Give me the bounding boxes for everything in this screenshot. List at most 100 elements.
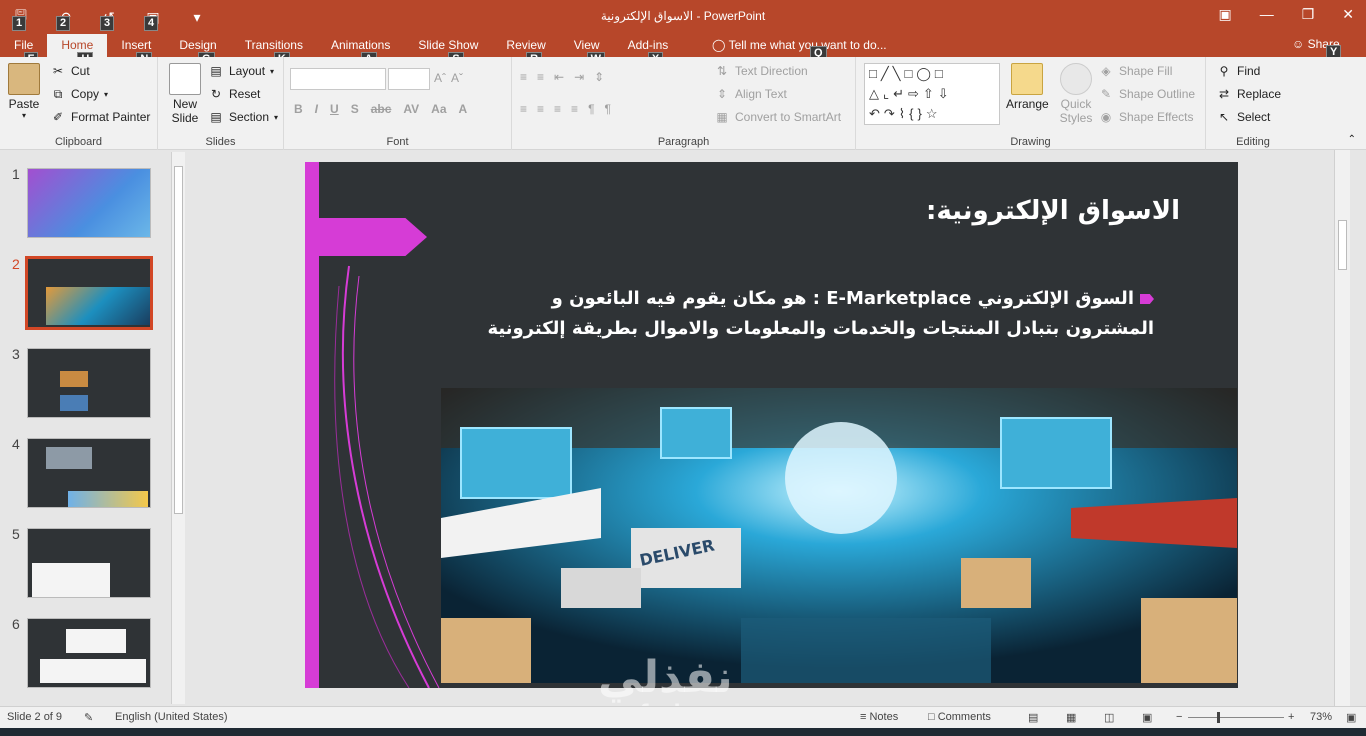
status-bar: Slide 2 of 9 ✎ English (United States) ≡… [0,706,1366,728]
slide-sorter-icon[interactable]: ▦ [1066,711,1076,724]
bullets-icon[interactable]: ≡ [520,70,527,84]
text-direction-label: Text Direction [735,64,808,78]
font-size-input[interactable] [388,68,430,90]
select-button[interactable]: ↖ Select [1216,110,1270,124]
search-icon: ⚲ [1219,64,1229,78]
accent-bar [305,162,319,688]
editing-group-label: Editing [1236,136,1270,148]
numbering-icon[interactable]: ≡ [537,70,544,84]
collapse-ribbon-icon[interactable]: ⌃ [1348,134,1356,145]
shadow-icon[interactable]: S [351,102,359,116]
reading-view-icon[interactable]: ◫ [1104,711,1114,724]
thumbnail-image [66,629,126,653]
tab-insert[interactable]: InsertN [107,34,165,67]
rtl-icon[interactable]: ¶ [588,102,594,116]
format-painter-button[interactable]: ✐ Format Painter [50,110,150,124]
slide-body-text[interactable]: السوق الإلكتروني E-Marketplace : هو مكان… [454,284,1154,344]
new-slide-button[interactable]: New Slide [168,63,202,125]
change-case-icon[interactable]: Aa [431,102,446,116]
slide-thumbnail-2[interactable] [25,256,153,330]
tab-slide-show[interactable]: Slide ShowS [404,34,492,67]
ltr-icon[interactable]: ¶ [605,102,611,116]
fit-to-window-icon[interactable]: ▣ [1346,711,1356,724]
slide-title[interactable]: الاسواق الإلكترونية: [926,196,1180,226]
tab-file[interactable]: FileF [0,34,47,67]
shape-outline-button[interactable]: ✎ Shape Outline [1098,87,1195,101]
align-right-icon[interactable]: ≡ [554,102,561,116]
strikethrough-icon[interactable]: abc [371,102,392,116]
zoom-level[interactable]: 73% [1310,711,1332,723]
character-spacing-icon[interactable]: AV [403,102,419,116]
share-button[interactable]: ☺ Share Y [1292,37,1342,60]
tab-animations[interactable]: AnimationsA [317,34,404,67]
zoom-out-icon[interactable]: − [1176,711,1182,723]
section-button[interactable]: ▤ Section ▾ [208,110,278,124]
tab-add-ins[interactable]: Add-insX [614,34,683,67]
tab-transitions[interactable]: TransitionsK [231,34,317,67]
italic-icon[interactable]: I [315,102,318,116]
quick-styles-button[interactable]: Quick Styles [1056,63,1096,125]
find-button[interactable]: ⚲ Find [1216,64,1261,78]
font-name-input[interactable] [290,68,386,90]
zoom-slider-thumb[interactable] [1217,712,1220,723]
layout-button[interactable]: ▤ Layout ▾ [208,64,274,78]
paste-button[interactable]: Paste ▾ [8,63,40,120]
tab-view[interactable]: ViewW [560,34,614,67]
slide-thumbnail-5[interactable] [27,528,151,598]
align-left-icon[interactable]: ≡ [520,102,527,116]
restore-icon[interactable]: ❐ [1302,6,1315,23]
align-center-icon[interactable]: ≡ [537,102,544,116]
scrollbar-thumb[interactable] [1338,220,1347,270]
chevron-down-icon: ▾ [104,89,109,99]
tab-review[interactable]: ReviewR [492,34,559,67]
align-text-button[interactable]: ⇕ Align Text [714,87,787,101]
bold-icon[interactable]: B [294,102,303,116]
minimize-icon[interactable]: — [1260,6,1274,23]
zoom-in-icon[interactable]: + [1288,711,1294,723]
zoom-slider[interactable] [1188,717,1284,718]
comments-button[interactable]: □ Comments [928,711,991,723]
line-spacing-icon[interactable]: ⇕ [594,70,604,84]
reset-button[interactable]: ↻ Reset [208,87,260,101]
increase-indent-icon[interactable]: ⇥ [574,70,584,84]
scrollbar-thumb[interactable] [174,166,183,514]
arrange-button[interactable]: Arrange [1006,63,1049,111]
shape-effects-button[interactable]: ◉ Shape Effects [1098,110,1194,124]
tell-me-box[interactable]: ◯ Tell me what you want to do... Q [712,38,887,61]
replace-button[interactable]: ⇄ Replace [1216,87,1281,101]
text-direction-button[interactable]: ⇅ Text Direction [714,64,808,78]
slide-show-icon[interactable]: ▣ [1142,711,1152,724]
marketplace-image[interactable]: DELIVER [441,388,1237,683]
font-color-icon[interactable]: A [459,102,468,116]
close-icon[interactable]: ✕ [1342,6,1354,23]
thumbnail-image [68,491,148,507]
ribbon-display-options-icon[interactable]: ▣ [1218,6,1231,23]
editor-scrollbar[interactable] [1334,150,1350,706]
shapes-gallery[interactable]: □╱╲□◯□ △⌞↵⇨⇧⇩ ↶↷⌇{}☆ [864,63,1000,125]
justify-icon[interactable]: ≡ [571,102,578,116]
font-format-row: B I U S abc AV Aa A [294,102,467,116]
thumbnail-number: 3 [12,346,20,362]
thumbnail-image [32,563,110,597]
normal-view-icon[interactable]: ▤ [1028,711,1038,724]
slide-thumbnail-1[interactable] [27,168,151,238]
slide-thumbnail-6[interactable] [27,618,151,688]
current-slide[interactable]: الاسواق الإلكترونية: السوق الإلكتروني E-… [305,162,1238,688]
thumbnail-image [46,287,150,325]
slide-thumbnail-3[interactable] [27,348,151,418]
smartart-button[interactable]: ▦ Convert to SmartArt [714,110,841,124]
notes-button[interactable]: ≡ Notes [860,711,898,723]
font-grow-shrink[interactable]: Aˆ Aˇ [434,71,463,85]
spell-check-icon[interactable]: ✎ [84,711,93,724]
tab-design[interactable]: DesignG [165,34,230,67]
thumbnails-scrollbar[interactable] [171,152,185,704]
slide-thumbnail-4[interactable] [27,438,151,508]
underline-icon[interactable]: U [330,102,339,116]
cut-button[interactable]: ✂ Cut [50,64,90,78]
tab-home[interactable]: HomeH [47,34,108,67]
language-indicator[interactable]: English (United States) [115,711,228,723]
copy-button[interactable]: ⧉ Copy ▾ [50,87,108,101]
chevron-down-icon: ▾ [270,66,275,76]
shape-fill-button[interactable]: ◈ Shape Fill [1098,64,1172,78]
decrease-indent-icon[interactable]: ⇤ [554,70,564,84]
